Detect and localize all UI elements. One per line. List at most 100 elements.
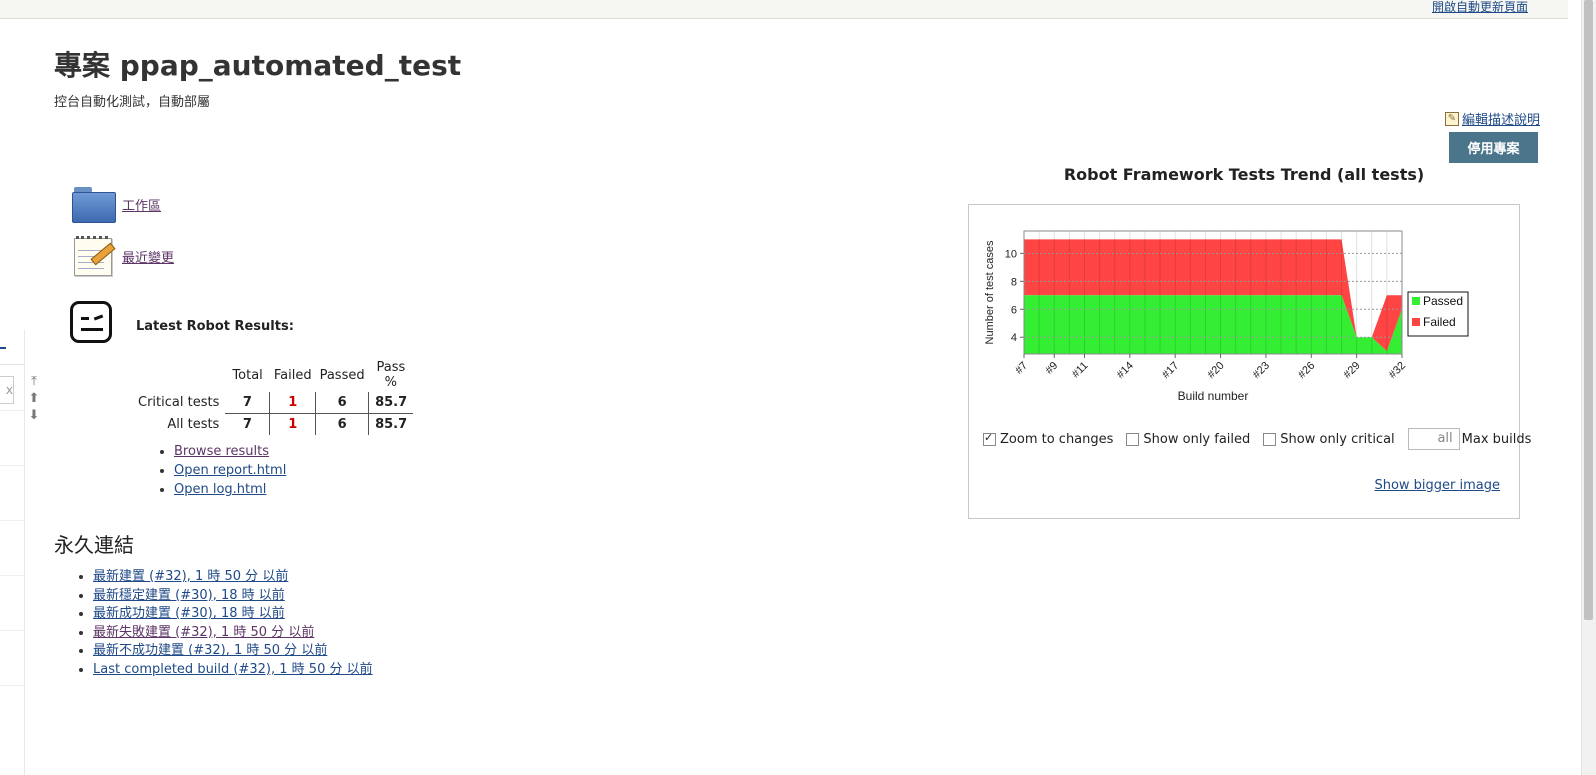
col-passed: Passed: [319, 367, 365, 383]
task-workspace[interactable]: 工作區: [72, 187, 161, 223]
side-row: [0, 630, 24, 655]
page-scrollbar[interactable]: [1581, 0, 1596, 775]
x-tick-label: #32: [1387, 360, 1408, 381]
col-pass-pct: Pass %: [376, 360, 406, 390]
cell-failed: 1: [269, 392, 316, 414]
permalink-last-failed[interactable]: 最新失敗建置 (#32), 1 時 50 分 以前: [93, 625, 314, 640]
zoom-label: Zoom to changes: [1000, 431, 1114, 447]
project-description: 控台自動化測試，自動部屬: [54, 95, 211, 110]
side-search-box[interactable]: x: [0, 376, 14, 404]
scroll-top-icon[interactable]: ⤒: [31, 374, 37, 389]
page-title: 專案 ppap_automated_test: [54, 49, 462, 82]
scroll-up-icon[interactable]: ⬆: [29, 391, 40, 406]
robot-framework-icon: [70, 301, 112, 343]
only-failed-checkbox[interactable]: [1126, 432, 1140, 446]
trend-chart[interactable]: 4 6 8 10 #7 #9 #11 #14 #17 #20 #23 #26 #29 #32 Build n…: [969, 205, 1521, 415]
table-row: All tests 7 1 6 85.7: [134, 413, 414, 435]
only-critical-label: Show only critical: [1280, 431, 1395, 447]
x-tick-label: #20: [1205, 360, 1226, 381]
only-failed-option[interactable]: Show only failed: [1126, 432, 1250, 447]
browse-results-link[interactable]: Browse results: [174, 444, 269, 459]
auto-refresh-link[interactable]: 開啟自動更新頁面: [1432, 0, 1528, 15]
zoom-to-changes-option[interactable]: Zoom to changes: [983, 431, 1114, 447]
list-item: 最新失敗建置 (#32), 1 時 50 分 以前: [93, 624, 373, 643]
max-builds-label: Max builds: [1461, 431, 1532, 447]
disable-project-button[interactable]: 停用專案: [1449, 132, 1538, 163]
legend-label-passed: Passed: [1423, 294, 1463, 308]
edit-description[interactable]: ✎ 編輯描述說明: [1444, 109, 1540, 128]
zoom-checkbox[interactable]: [983, 431, 996, 446]
list-item: Open log.html: [174, 480, 286, 499]
cell-passed: 6: [315, 392, 369, 414]
robot-links-list: Browse results Open report.html Open log…: [154, 442, 286, 499]
col-failed: Failed: [273, 367, 312, 383]
scroll-down-icon[interactable]: ⬇: [29, 408, 40, 423]
robot-results-table: Total Failed Passed Pass % Critical test…: [134, 358, 414, 435]
list-item: Open report.html: [174, 461, 286, 480]
y-tick-label: 4: [1011, 332, 1017, 344]
cell-passed: 6: [315, 413, 369, 435]
permalink-last-build[interactable]: 最新建置 (#32), 1 時 50 分 以前: [93, 569, 288, 584]
permalink-last-successful[interactable]: 最新成功建置 (#30), 18 時 以前: [93, 606, 285, 621]
x-tick-label: #14: [1114, 360, 1135, 381]
list-item: 最新成功建置 (#30), 18 時 以前: [93, 605, 373, 624]
open-log-link[interactable]: Open log.html: [174, 482, 266, 497]
side-panel-strip: x: [0, 330, 25, 775]
x-tick-label: #11: [1070, 360, 1091, 381]
y-axis-label: Number of test cases: [984, 240, 996, 344]
side-panel-tab[interactable]: [0, 330, 24, 365]
list-item: Browse results: [174, 442, 286, 461]
trend-controls: Zoom to changes Show only failed Show on…: [983, 428, 1531, 450]
cell-failed: 1: [269, 413, 316, 435]
results-header-row: Total Failed Passed Pass %: [134, 358, 413, 392]
legend-swatch-failed: [1412, 318, 1420, 326]
table-row: Critical tests 7 1 6 85.7: [134, 392, 414, 414]
y-tick-label: 6: [1011, 304, 1017, 316]
list-item: Last completed build (#32), 1 時 50 分 以前: [93, 661, 373, 680]
x-tick-label: #26: [1296, 360, 1317, 381]
list-item: 最新穩定建置 (#30), 18 時 以前: [93, 587, 373, 606]
scrollbar-thumb[interactable]: [1584, 0, 1593, 620]
side-row: [0, 465, 24, 490]
side-row: [0, 410, 24, 435]
list-item: 最新不成功建置 (#32), 1 時 50 分 以前: [93, 642, 373, 661]
cell-pass-pct: 85.7: [368, 392, 414, 414]
y-tick-label: 10: [1005, 248, 1017, 260]
permalinks-list: 最新建置 (#32), 1 時 50 分 以前 最新穩定建置 (#30), 18…: [74, 568, 373, 680]
edit-icon: ✎: [1444, 111, 1459, 126]
edit-description-link[interactable]: 編輯描述說明: [1462, 109, 1540, 128]
show-bigger-image-link[interactable]: Show bigger image: [1374, 478, 1500, 493]
cell-pass-pct: 85.7: [368, 413, 414, 435]
scroll-controls: ⤒ ⬆ ⬇: [26, 374, 42, 423]
x-tick-label: #23: [1251, 360, 1272, 381]
task-workspace-link[interactable]: 工作區: [122, 195, 161, 214]
x-tick-label: #17: [1160, 360, 1181, 381]
robot-results-title: Latest Robot Results:: [136, 319, 294, 334]
open-report-link[interactable]: Open report.html: [174, 463, 286, 478]
permalink-last-unsuccessful[interactable]: 最新不成功建置 (#32), 1 時 50 分 以前: [93, 643, 327, 658]
side-row: [0, 685, 24, 710]
list-item: 最新建置 (#32), 1 時 50 分 以前: [93, 568, 373, 587]
cell-total: 7: [242, 417, 252, 432]
cell-total: 7: [225, 392, 270, 414]
folder-icon: [72, 187, 116, 223]
col-total: Total: [232, 367, 263, 383]
permalink-last-completed[interactable]: Last completed build (#32), 1 時 50 分 以前: [93, 662, 373, 677]
trend-panel: 4 6 8 10 #7 #9 #11 #14 #17 #20 #23 #26 #29 #32 Build n…: [968, 204, 1531, 519]
permalinks-heading: 永久連結: [54, 533, 134, 557]
y-tick-label: 8: [1011, 276, 1017, 288]
max-builds-input[interactable]: all: [1407, 428, 1460, 450]
side-row: [0, 575, 24, 600]
trend-title: Robot Framework Tests Trend (all tests): [1063, 165, 1425, 184]
row-label: All tests: [167, 416, 220, 432]
task-changes-link[interactable]: 最近變更: [122, 247, 174, 266]
only-critical-checkbox[interactable]: [1263, 432, 1277, 446]
top-bar: 開啟自動更新頁面: [0, 0, 1568, 19]
only-critical-option[interactable]: Show only critical: [1263, 431, 1395, 447]
task-changes[interactable]: 最近變更: [72, 236, 174, 276]
permalink-last-stable[interactable]: 最新穩定建置 (#30), 18 時 以前: [93, 588, 285, 603]
legend-label-failed: Failed: [1423, 315, 1456, 329]
row-label: Critical tests: [138, 395, 220, 411]
x-tick-label: #9: [1043, 360, 1060, 377]
x-tick-label: #7: [1013, 360, 1030, 377]
